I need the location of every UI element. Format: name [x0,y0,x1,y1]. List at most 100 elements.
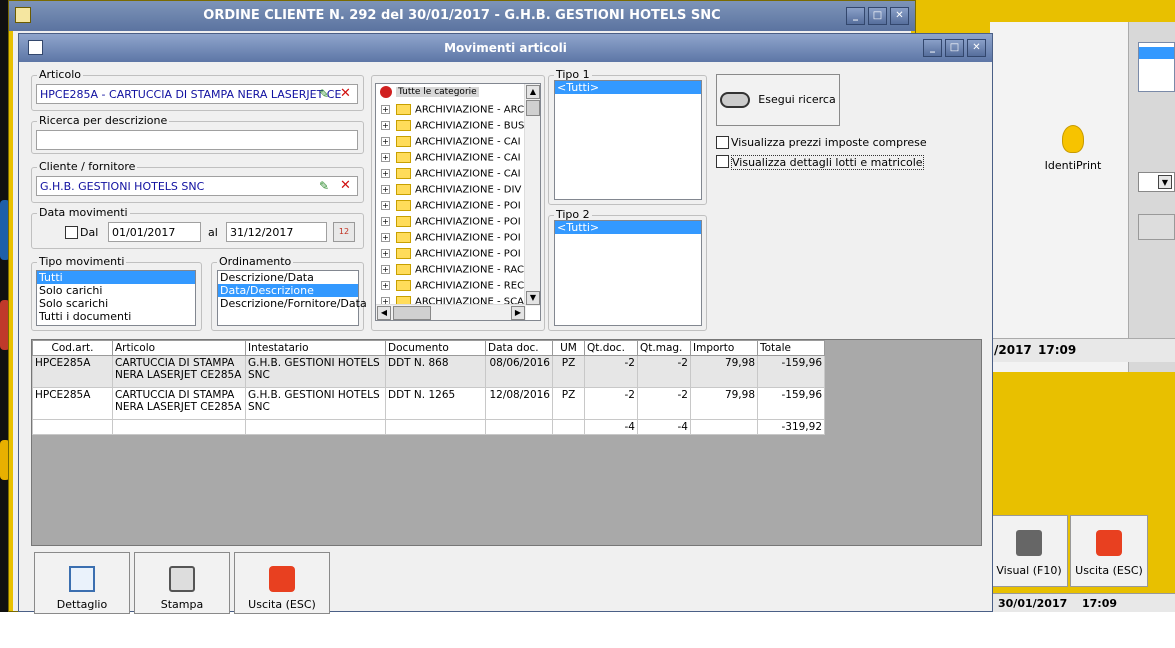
column-header[interactable]: Data doc. [485,340,553,356]
tree-item[interactable]: + ARCHIVIAZIONE - RAC [381,264,524,280]
minimize-button[interactable]: _ [846,7,865,25]
ricerca-input[interactable] [36,130,358,150]
list-item[interactable]: <Tutti> [555,81,701,94]
tree-item[interactable]: + ARCHIVIAZIONE - POI [381,248,521,264]
scroll-up-icon[interactable]: ▲ [526,85,540,99]
cliente-field[interactable]: G.H.B. GESTIONI HOTELS SNC [36,176,358,196]
column-header[interactable]: Importo [690,340,758,356]
tree-vertical-scrollbar[interactable]: ▲ ▼ [524,84,540,306]
list-item[interactable]: <Tutti> [555,221,701,234]
expand-icon[interactable]: + [381,233,390,242]
table-cell[interactable]: -2 [637,387,691,420]
table-cell[interactable]: PZ [552,355,585,388]
list-item[interactable]: Tutti i documenti [37,310,195,323]
dal-checkbox[interactable] [65,226,78,239]
folder-button[interactable] [1138,214,1175,240]
tree-horizontal-scrollbar[interactable]: ◀ ▶ [376,304,526,320]
expand-icon[interactable]: + [381,137,390,146]
expand-icon[interactable]: + [381,281,390,290]
chevron-down-icon[interactable]: ▼ [1158,175,1172,189]
close-button[interactable]: ✕ [967,39,986,57]
table-cell[interactable]: DDT N. 1265 [385,387,486,420]
list-item[interactable]: Data/Descrizione [218,284,358,297]
scroll-down-icon[interactable]: ▼ [526,291,540,305]
scroll-thumb[interactable] [526,100,540,116]
table-cell[interactable]: HPCE285A [32,387,113,420]
expand-icon[interactable]: + [381,217,390,226]
column-header[interactable]: Totale [757,340,825,356]
table-cell[interactable]: CARTUCCIA DI STAMPA NERA LASERJET CE285A [112,355,246,388]
tipo-movimenti-list[interactable]: Tutti Solo carichi Solo scarichi Tutti i… [36,270,196,326]
tree-item[interactable]: + ARCHIVIAZIONE - REC [381,280,524,296]
al-date-input[interactable]: 31/12/2017 [226,222,327,242]
column-header[interactable]: UM [552,340,585,356]
table-cell[interactable]: 08/06/2016 [485,355,553,388]
category-tree[interactable]: Tutte le categorie + ARCHIVIAZIONE - ARC +… [375,83,541,321]
esegui-ricerca-button[interactable]: Esegui ricerca [716,74,840,126]
table-cell[interactable]: -2 [584,355,638,388]
table-cell[interactable]: 79,98 [690,355,758,388]
list-item[interactable]: Descrizione/Data [218,271,358,284]
column-header[interactable]: Cod.art. [32,340,113,356]
articolo-field[interactable]: HPCE285A - CARTUCCIA DI STAMPA NERA LASE… [36,84,358,104]
scroll-left-icon[interactable]: ◀ [377,306,391,320]
table-cell[interactable]: G.H.B. GESTIONI HOTELS SNC [245,355,386,388]
list-item[interactable]: Solo carichi [37,284,195,297]
list-item[interactable]: Solo scarichi [37,297,195,310]
edit-pencil-icon[interactable]: ✎ [319,88,331,100]
uscita-button[interactable]: Uscita (ESC) [234,552,330,614]
expand-icon[interactable]: + [381,121,390,130]
tree-item[interactable]: + ARCHIVIAZIONE - POI [381,232,521,248]
visual-button[interactable]: Visual (F10) [990,515,1068,587]
expand-icon[interactable]: + [381,185,390,194]
tree-item[interactable]: + ARCHIVIAZIONE - DIV [381,184,521,200]
table-cell[interactable]: 12/08/2016 [485,387,553,420]
tree-item[interactable]: + ARCHIVIAZIONE - CAI [381,136,521,152]
lotti-checkbox[interactable] [716,155,729,168]
tree-item[interactable]: + ARCHIVIAZIONE - POI [381,216,521,232]
background-combo[interactable]: ▼ [1138,172,1175,192]
expand-icon[interactable]: + [381,105,390,114]
dettaglio-button[interactable]: Dettaglio [34,552,130,614]
tree-item[interactable]: + ARCHIVIAZIONE - ARC [381,104,524,120]
tipo2-list[interactable]: <Tutti> [554,220,702,326]
expand-icon[interactable]: + [381,169,390,178]
tree-item[interactable]: + ARCHIVIAZIONE - POI [381,200,521,216]
minimize-button[interactable]: _ [923,39,942,57]
maximize-button[interactable]: □ [945,39,964,57]
calendar-icon[interactable]: 12 [333,222,355,242]
scroll-right-icon[interactable]: ▶ [511,306,525,320]
tree-item[interactable]: + ARCHIVIAZIONE - BUS [381,120,524,136]
expand-icon[interactable]: + [381,249,390,258]
table-cell[interactable]: 79,98 [690,387,758,420]
table-cell[interactable]: -159,96 [757,355,825,388]
table-cell[interactable]: DDT N. 868 [385,355,486,388]
tree-item[interactable]: + ARCHIVIAZIONE - CAI [381,168,521,184]
identiprint-shortcut[interactable]: IdentiPrint [1008,125,1138,172]
column-header[interactable]: Intestatario [245,340,386,356]
edit-pencil-icon[interactable]: ✎ [319,180,331,192]
tipo1-list[interactable]: <Tutti> [554,80,702,200]
expand-icon[interactable]: + [381,265,390,274]
scroll-thumb[interactable] [393,306,431,320]
clear-icon[interactable]: ✕ [340,179,352,192]
column-header[interactable]: Qt.mag. [637,340,691,356]
table-cell[interactable]: -2 [584,387,638,420]
table-row[interactable]: HPCE285A CARTUCCIA DI STAMPA NERA LASERJE… [32,387,825,420]
column-header[interactable]: Qt.doc. [584,340,638,356]
table-cell[interactable]: PZ [552,387,585,420]
table-cell[interactable]: HPCE285A [32,355,113,388]
column-header[interactable]: Articolo [112,340,246,356]
tree-root[interactable]: Tutte le categorie [380,86,479,100]
maximize-button[interactable]: □ [868,7,887,25]
list-item[interactable]: Descrizione/Fornitore/Data [218,297,367,310]
stampa-button[interactable]: Stampa [134,552,230,614]
dal-date-input[interactable]: 01/01/2017 [108,222,201,242]
table-cell[interactable]: G.H.B. GESTIONI HOTELS SNC [245,387,386,420]
table-cell[interactable]: -2 [637,355,691,388]
close-button[interactable]: ✕ [890,7,909,25]
tree-item[interactable]: + ARCHIVIAZIONE - CAI [381,152,521,168]
clear-icon[interactable]: ✕ [340,87,352,100]
exit-button[interactable]: Uscita (ESC) [1070,515,1148,587]
table-row[interactable]: HPCE285A CARTUCCIA DI STAMPA NERA LASERJE… [32,355,825,388]
